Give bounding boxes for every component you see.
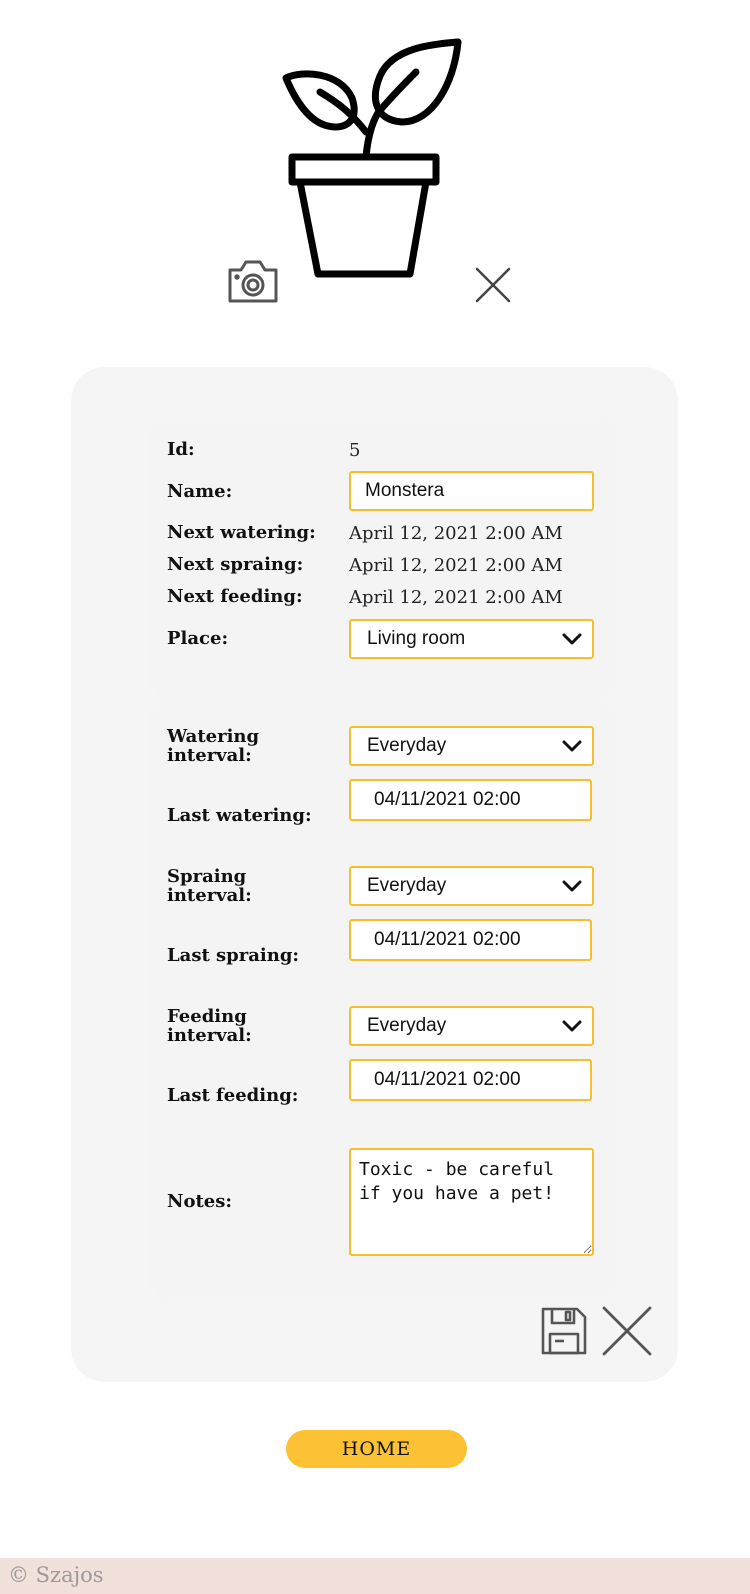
spraing-interval-label-line2: interval:: [167, 885, 252, 906]
feeding-interval-label-line2: interval:: [167, 1025, 252, 1046]
spraing-interval-select[interactable]: Everyday: [349, 866, 594, 906]
watering-interval-label: Watering interval:: [167, 727, 259, 765]
id-value: 5: [349, 440, 361, 461]
feeding-interval-value: Everyday: [367, 1015, 447, 1036]
next-watering-value: April 12, 2021 2:00 AM: [349, 523, 563, 544]
feeding-interval-label-line1: Feeding: [167, 1006, 247, 1027]
chevron-down-icon: [562, 1020, 582, 1032]
close-icon[interactable]: [602, 1306, 652, 1356]
watering-interval-label-line2: interval:: [167, 745, 252, 766]
last-spraing-input[interactable]: [349, 919, 592, 961]
notes-textarea[interactable]: Toxic - be careful if you have a pet!: [349, 1148, 594, 1256]
watering-interval-label-line1: Watering: [167, 726, 260, 747]
spraing-interval-value: Everyday: [367, 875, 447, 896]
id-label: Id:: [167, 439, 195, 460]
name-input[interactable]: [349, 471, 594, 511]
potted-plant-icon: [282, 38, 462, 278]
notes-label: Notes:: [167, 1191, 233, 1212]
chevron-down-icon: [562, 740, 582, 752]
next-watering-label: Next watering:: [167, 522, 316, 543]
place-label: Place:: [167, 628, 229, 649]
next-feeding-value: April 12, 2021 2:00 AM: [349, 587, 563, 608]
watering-interval-value: Everyday: [367, 735, 447, 756]
home-button[interactable]: HOME: [286, 1430, 467, 1468]
chevron-down-icon: [562, 633, 582, 645]
last-feeding-label: Last feeding:: [167, 1085, 299, 1106]
last-spraing-label: Last spraing:: [167, 945, 300, 966]
spraing-interval-label: Spraing interval:: [167, 867, 252, 905]
footer: © Szajos: [0, 1558, 750, 1594]
feeding-interval-select[interactable]: Everyday: [349, 1006, 594, 1046]
last-watering-label: Last watering:: [167, 805, 312, 826]
camera-icon[interactable]: [227, 258, 279, 304]
last-feeding-input[interactable]: [349, 1059, 592, 1101]
next-spraing-value: April 12, 2021 2:00 AM: [349, 555, 563, 576]
place-select-value: Living room: [367, 628, 466, 649]
watering-interval-select[interactable]: Everyday: [349, 726, 594, 766]
next-spraing-label: Next spraing:: [167, 554, 304, 575]
last-watering-input[interactable]: [349, 779, 592, 821]
copyright-text: © Szajos: [8, 1563, 104, 1587]
spraing-interval-label-line1: Spraing: [167, 866, 247, 887]
feeding-interval-label: Feeding interval:: [167, 1007, 252, 1045]
name-label: Name:: [167, 481, 233, 502]
place-select[interactable]: Living room: [349, 619, 594, 659]
floppy-disk-icon[interactable]: [540, 1306, 588, 1356]
close-icon[interactable]: [474, 266, 512, 304]
next-feeding-label: Next feeding:: [167, 586, 303, 607]
chevron-down-icon: [562, 880, 582, 892]
